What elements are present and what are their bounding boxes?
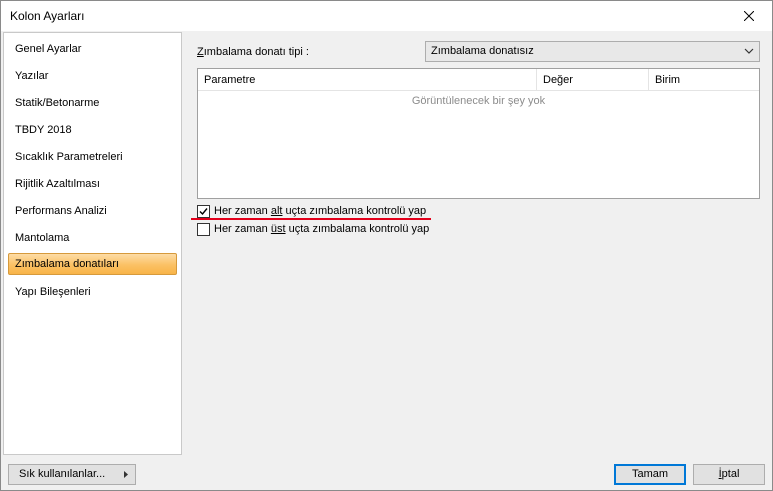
check-top-end-label: Her zaman üst uçta zımbalama kontrolü ya… <box>214 223 430 235</box>
close-icon <box>744 11 754 21</box>
nav-item-zimbalama-donatilari[interactable]: Zımbalama donatıları <box>8 253 177 275</box>
nav-item-yazilar[interactable]: Yazılar <box>8 65 177 87</box>
nav-item-rijitlik-azaltilmasi[interactable]: Rijitlik Azaltılması <box>8 173 177 195</box>
nav-item-tbdy-2018[interactable]: TBDY 2018 <box>8 119 177 141</box>
punching-type-label: Zımbalama donatı tipi : <box>197 46 309 58</box>
chevron-down-icon <box>744 48 754 54</box>
nav-item-yapi-bilesenleri[interactable]: Yapı Bileşenleri <box>8 281 177 303</box>
grid-empty-message: Görüntülenecek bir şey yok <box>411 95 546 107</box>
chevron-right-icon <box>124 471 128 478</box>
check-top-end[interactable]: Her zaman üst uçta zımbalama kontrolü ya… <box>197 221 429 237</box>
title-bar: Kolon Ayarları <box>1 1 772 31</box>
nav-item-statik-betonarme[interactable]: Statik/Betonarme <box>8 92 177 114</box>
settings-panel: Zımbalama donatı tipi : Zımbalama donatı… <box>183 32 771 455</box>
checkbox-top-end[interactable] <box>197 222 210 236</box>
dialog-window: Kolon Ayarları Genel Ayarlar Yazılar Sta… <box>0 0 773 491</box>
red-annotation-underline <box>191 218 431 220</box>
nav-item-genel-ayarlar[interactable]: Genel Ayarlar <box>8 38 177 60</box>
column-header-birim[interactable]: Birim <box>649 69 759 91</box>
nav-item-sicaklik-parametreleri[interactable]: Sıcaklık Parametreleri <box>8 146 177 168</box>
check-bottom-end[interactable]: Her zaman alt uçta zımbalama kontrolü ya… <box>197 203 426 219</box>
close-button[interactable] <box>726 1 772 31</box>
cancel-button[interactable]: İptal <box>693 464 765 485</box>
category-list: Genel Ayarlar Yazılar Statik/Betonarme T… <box>3 32 182 455</box>
checkmark-icon <box>199 207 208 215</box>
column-header-deger[interactable]: Değer <box>537 69 649 91</box>
window-title: Kolon Ayarları <box>10 9 85 23</box>
grid-header: Parametre Değer Birim <box>198 69 759 91</box>
ok-button[interactable]: Tamam <box>614 464 686 485</box>
punching-type-value: Zımbalama donatısız <box>431 45 534 57</box>
checkbox-bottom-end[interactable] <box>197 204 210 218</box>
nav-item-mantolama[interactable]: Mantolama <box>8 227 177 249</box>
favorites-button[interactable]: Sık kullanılanlar... <box>8 464 136 485</box>
column-header-parametre[interactable]: Parametre <box>198 69 537 91</box>
check-bottom-end-label: Her zaman alt uçta zımbalama kontrolü ya… <box>214 205 427 217</box>
parameter-grid[interactable]: Parametre Değer Birim Görüntülenecek bir… <box>197 68 760 199</box>
nav-item-performans-analizi[interactable]: Performans Analizi <box>8 200 177 222</box>
punching-type-dropdown[interactable]: Zımbalama donatısız <box>425 41 760 62</box>
